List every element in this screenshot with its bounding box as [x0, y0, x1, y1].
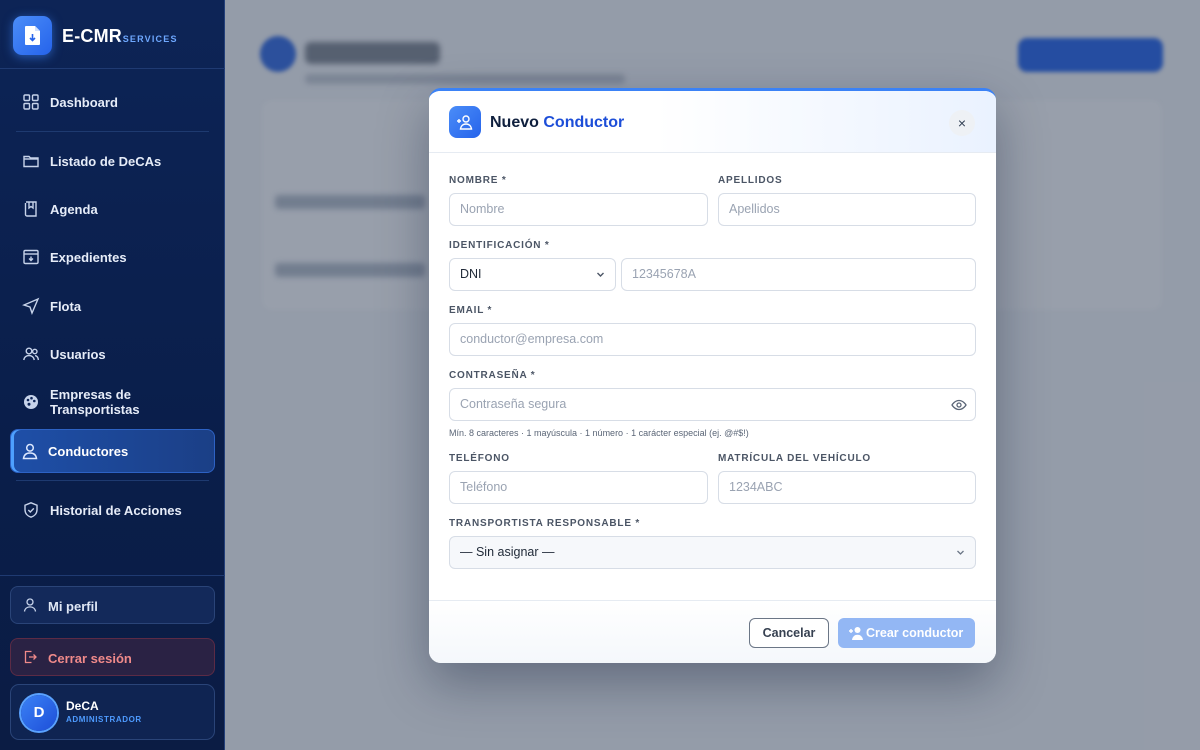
- user-add-icon: [449, 106, 481, 138]
- apellidos-input[interactable]: [729, 194, 964, 225]
- close-button[interactable]: ×: [949, 110, 975, 136]
- sidebar-divider: [0, 575, 225, 576]
- modal-title: Nuevo Conductor: [490, 114, 624, 132]
- cancel-button[interactable]: Cancelar: [749, 618, 829, 648]
- password-hint: Mín. 8 caracteres · 1 mayúscula · 1 núme…: [449, 428, 749, 438]
- password-label: CONTRASEÑA *: [449, 370, 536, 381]
- transportista-value: — Sin asignar —: [460, 545, 555, 559]
- profile-label: Mi perfil: [48, 599, 98, 614]
- password-input[interactable]: [460, 389, 930, 420]
- archive-icon: [23, 249, 39, 265]
- password-field[interactable]: [449, 388, 976, 421]
- nav-divider: [16, 131, 209, 132]
- sidebar-item-dashboard[interactable]: Dashboard: [10, 80, 215, 124]
- user-add-icon: [849, 627, 863, 640]
- sidebar-item-label: Expedientes: [50, 249, 127, 265]
- sidebar-item-conductores[interactable]: Conductores: [10, 429, 215, 473]
- matricula-field[interactable]: [718, 471, 976, 504]
- modal-title-prefix: Nuevo: [490, 114, 539, 131]
- sidebar-item-label: Flota: [50, 298, 82, 314]
- telefono-field[interactable]: [449, 471, 708, 504]
- sidebar-item-label: Listado de DeCAs: [50, 153, 162, 169]
- sidebar-item-label: Agenda: [50, 201, 98, 217]
- sidebar: E-CMR .SERVICES Dashboard Listado de DeC…: [0, 0, 225, 750]
- chevron-down-icon: [957, 550, 964, 555]
- id-number-input[interactable]: [632, 259, 962, 290]
- folder-icon: [23, 155, 39, 168]
- avatar: D: [21, 695, 57, 731]
- modal-title-accent: Conductor: [543, 114, 625, 131]
- logout-icon: [24, 650, 37, 664]
- sidebar-item-empresas[interactable]: Empresas de Transportistas: [10, 380, 215, 424]
- sidebar-item-label: Conductores: [48, 443, 129, 459]
- book-icon: [24, 201, 37, 217]
- shield-icon: [24, 502, 38, 518]
- matricula-label: MATRÍCULA DEL VEHÍCULO: [718, 453, 871, 464]
- sidebar-item-label: Usuarios: [50, 346, 106, 362]
- create-driver-button[interactable]: Crear conductor: [838, 618, 975, 648]
- modal-header: Nuevo Conductor ×: [429, 91, 996, 153]
- user-icon: [22, 443, 38, 460]
- sidebar-item-label: Empresas de Transportistas: [50, 387, 140, 417]
- sidebar-item-label: Historial de Acciones: [50, 502, 182, 518]
- profile-button[interactable]: Mi perfil: [10, 586, 215, 624]
- sidebar-item-expedientes[interactable]: Expedientes: [10, 235, 215, 279]
- id-number-field[interactable]: [621, 258, 976, 291]
- nav-divider: [16, 480, 209, 481]
- id-type-value: DNI: [460, 267, 482, 281]
- create-driver-label: Crear conductor: [866, 626, 964, 640]
- eye-icon[interactable]: [951, 397, 967, 413]
- logo-icon[interactable]: [13, 16, 52, 55]
- brand-name: E-CMR: [62, 26, 122, 46]
- apellidos-label: APELLIDOS: [718, 175, 783, 186]
- dashboard-grid-icon: [23, 94, 39, 110]
- nombre-label: NOMBRE *: [449, 175, 507, 186]
- logout-button[interactable]: Cerrar sesión: [10, 638, 215, 676]
- navigation-icon: [22, 297, 40, 315]
- sidebar-item-usuarios[interactable]: Usuarios: [10, 332, 215, 376]
- chevron-down-icon: [597, 272, 604, 277]
- new-driver-modal: Nuevo Conductor × NOMBRE * APELLIDOS IDE…: [429, 88, 996, 663]
- sidebar-item-decas[interactable]: Listado de DeCAs: [10, 139, 215, 183]
- telefono-label: TELÉFONO: [449, 453, 510, 464]
- id-type-select[interactable]: DNI: [449, 258, 616, 291]
- user-card[interactable]: D DeCA ADMINISTRADOR: [10, 684, 215, 740]
- sidebar-item-historial[interactable]: Historial de Acciones: [10, 488, 215, 532]
- modal-footer: Cancelar Crear conductor: [429, 600, 996, 663]
- sidebar-item-agenda[interactable]: Agenda: [10, 187, 215, 231]
- user-name: DeCA: [66, 699, 99, 713]
- brand: E-CMR .SERVICES: [0, 0, 225, 69]
- users-icon: [23, 347, 40, 361]
- email-field[interactable]: [449, 323, 976, 356]
- logout-label: Cerrar sesión: [48, 651, 132, 666]
- sidebar-item-flota[interactable]: Flota: [10, 284, 215, 328]
- nombre-field[interactable]: [449, 193, 708, 226]
- apellidos-field[interactable]: [718, 193, 976, 226]
- telefono-input[interactable]: [460, 472, 695, 503]
- sidebar-item-label: Dashboard: [50, 94, 118, 110]
- identificacion-label: IDENTIFICACIÓN *: [449, 240, 550, 251]
- email-input[interactable]: [460, 324, 960, 355]
- brand-suffix: .SERVICES: [119, 34, 178, 44]
- matricula-input[interactable]: [729, 472, 964, 503]
- email-label: EMAIL *: [449, 305, 493, 316]
- user-icon: [23, 598, 37, 612]
- transportista-select[interactable]: — Sin asignar —: [449, 536, 976, 569]
- nombre-input[interactable]: [460, 194, 695, 225]
- palette-icon: [24, 395, 38, 409]
- user-role: ADMINISTRADOR: [66, 715, 142, 724]
- transportista-label: TRANSPORTISTA RESPONSABLE *: [449, 518, 641, 529]
